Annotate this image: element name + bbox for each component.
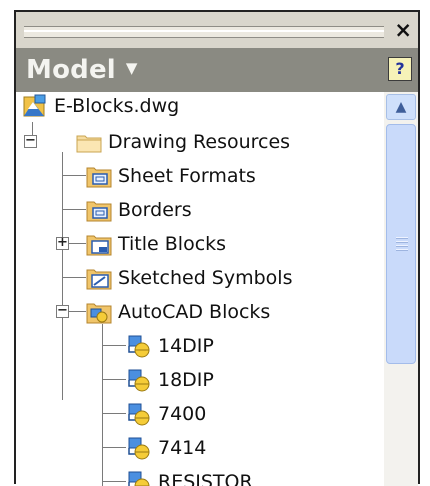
panel-title-bar[interactable]: × — [16, 12, 418, 48]
drag-grip[interactable] — [24, 26, 384, 38]
tree-node-sheet-formats[interactable]: Sheet Formats — [86, 159, 256, 193]
autocad-block-icon — [126, 401, 152, 427]
model-label: Model — [26, 55, 116, 85]
tree-line — [102, 345, 126, 346]
folder-icon — [76, 129, 102, 155]
tree-node-label: 7400 — [158, 403, 207, 425]
dropdown-arrow-icon: ▼ — [125, 58, 138, 77]
close-icon[interactable]: × — [394, 18, 412, 42]
tree-line — [102, 447, 126, 448]
tree-line — [102, 413, 126, 414]
browser-tree: − + − E-Blocks.dwg Drawing Resources She… — [16, 92, 384, 486]
autocad-block-icon — [126, 469, 152, 486]
sheet-format-icon — [86, 163, 112, 189]
tree-node-label: AutoCAD Blocks — [118, 301, 271, 323]
tree-node-14dip[interactable]: 14DIP — [126, 329, 214, 363]
tree-node-sketched-symbols[interactable]: Sketched Symbols — [86, 261, 292, 295]
expand-button[interactable]: + — [56, 236, 69, 250]
tree-node-7414[interactable]: 7414 — [126, 431, 206, 465]
scroll-thumb[interactable] — [386, 124, 416, 364]
model-dropdown[interactable]: Model ▼ — [26, 55, 138, 85]
collapse-button[interactable]: − — [56, 304, 69, 318]
tree-node-label: Drawing Resources — [108, 131, 291, 153]
dwg-file-icon — [22, 93, 48, 119]
title-block-icon — [86, 231, 112, 257]
collapse-button[interactable]: − — [24, 134, 37, 148]
scroll-up-icon[interactable]: ▲ — [386, 94, 416, 120]
model-header: Model ▼ ? — [16, 48, 418, 92]
autocad-block-icon — [126, 435, 152, 461]
tree-node-label: Borders — [118, 199, 192, 221]
tree-line — [62, 209, 86, 210]
border-icon — [86, 197, 112, 223]
help-icon[interactable]: ? — [388, 57, 412, 81]
tree-line — [62, 175, 86, 176]
tree-node-label: 7414 — [158, 437, 207, 459]
scroll-thumb-grip-icon — [396, 237, 408, 253]
tree-node-label: Sheet Formats — [118, 165, 256, 187]
tree-node-autocad-blocks[interactable]: AutoCAD Blocks — [86, 295, 270, 329]
tree-line — [62, 152, 63, 400]
tree-line — [102, 379, 126, 380]
tree-line — [62, 277, 86, 278]
tree-node-e-blocks-dwg[interactable]: E-Blocks.dwg — [22, 92, 179, 123]
vertical-scrollbar[interactable]: ▲ — [384, 92, 418, 486]
tree-node-borders[interactable]: Borders — [86, 193, 192, 227]
tree-node-18dip[interactable]: 18DIP — [126, 363, 214, 397]
autocad-block-folder-icon — [86, 299, 112, 325]
tree-line — [102, 481, 126, 482]
browser-panel: × Model ▼ ? − + − E-Blocks.dwg Drawing R… — [14, 10, 420, 486]
sketched-symbol-icon — [86, 265, 112, 291]
tree-node-drawing-resources[interactable]: Drawing Resources — [46, 125, 290, 159]
tree-node-7400[interactable]: 7400 — [126, 397, 206, 431]
tree-node-resistor[interactable]: RESISTOR — [126, 465, 253, 486]
tree-node-label: Sketched Symbols — [118, 267, 293, 289]
autocad-block-icon — [126, 333, 152, 359]
tree-node-label: Title Blocks — [118, 233, 227, 255]
tree-node-label: E-Blocks.dwg — [54, 95, 180, 117]
tree-node-label: 14DIP — [158, 335, 214, 357]
tree-node-title-blocks[interactable]: Title Blocks — [86, 227, 226, 261]
tree-line — [102, 324, 103, 486]
tree-node-label: 18DIP — [158, 369, 214, 391]
autocad-block-icon — [126, 367, 152, 393]
